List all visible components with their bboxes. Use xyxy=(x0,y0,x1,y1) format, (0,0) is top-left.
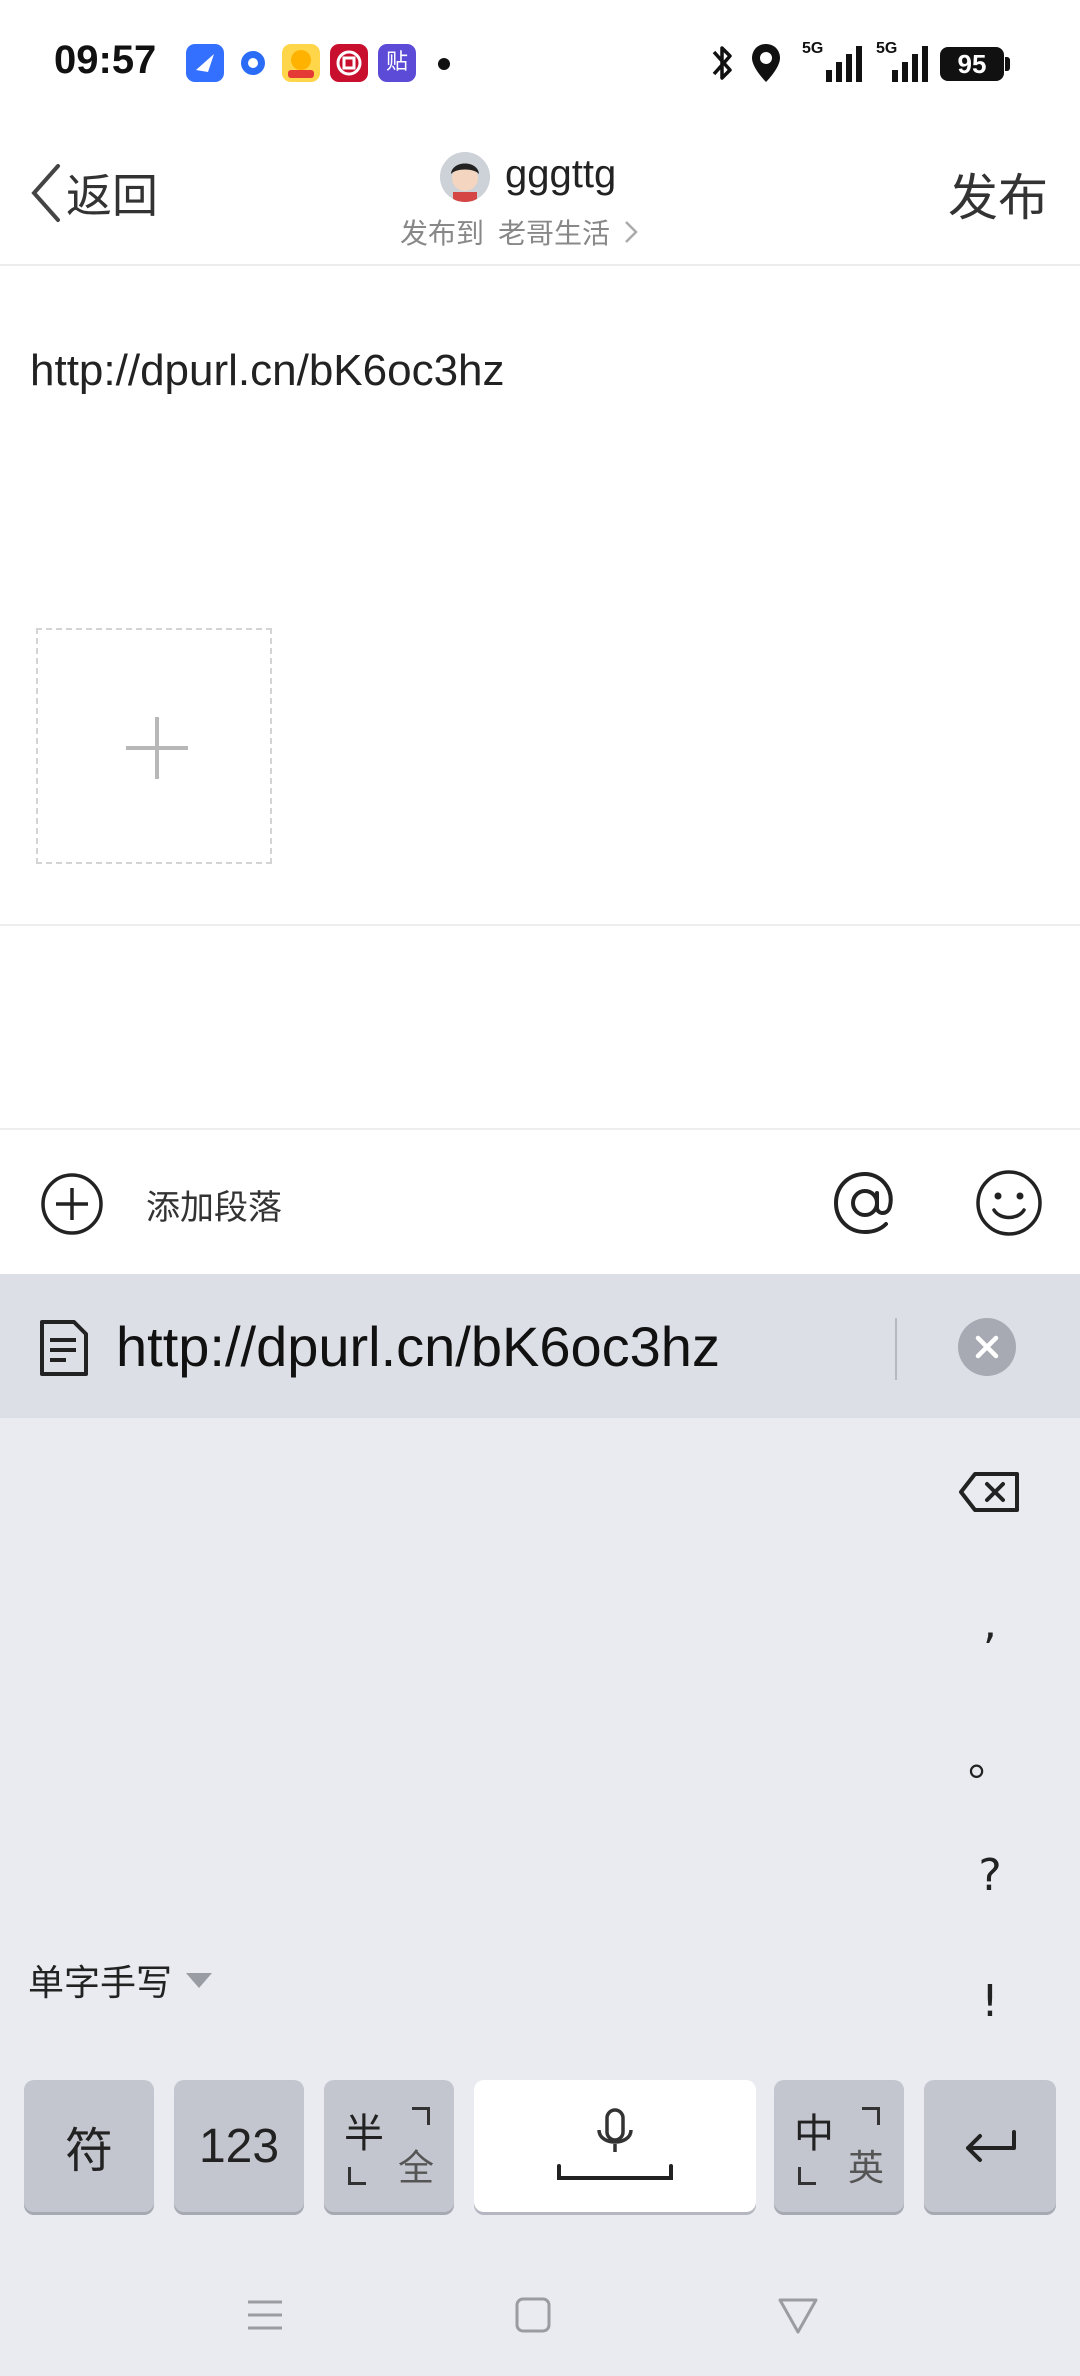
dropdown-triangle-icon xyxy=(186,1972,213,1988)
tieba-app-icon: 贴 xyxy=(378,44,416,82)
menu-nav-icon[interactable] xyxy=(244,2294,286,2336)
enter-key[interactable] xyxy=(924,2080,1056,2212)
question-key[interactable]: ? xyxy=(930,1850,1050,1901)
clipboard-text[interactable]: http://dpurl.cn/bK6oc3hz xyxy=(116,1314,720,1379)
back-button[interactable]: 返回 xyxy=(28,158,158,228)
post-editor[interactable]: http://dpurl.cn/bK6oc3hz xyxy=(0,266,1080,926)
editor-content[interactable]: http://dpurl.cn/bK6oc3hz xyxy=(30,346,505,396)
publish-to-prefix: 发布到 xyxy=(400,217,485,250)
english-label: 英 xyxy=(847,2148,884,2189)
backspace-key[interactable] xyxy=(930,1470,1050,1525)
emoji-icon[interactable] xyxy=(974,1168,1044,1238)
close-clipboard-button[interactable] xyxy=(958,1318,1016,1376)
home-nav-icon[interactable] xyxy=(512,2294,554,2336)
add-paragraph-icon[interactable] xyxy=(40,1172,104,1236)
chevron-left-icon xyxy=(31,164,60,222)
period-key[interactable]: 。 xyxy=(930,1724,1050,1788)
battery-indicator: 95 xyxy=(940,47,1004,81)
symbol-key[interactable]: 符 xyxy=(24,2080,154,2212)
chevron-right-icon xyxy=(625,221,638,243)
add-image-button[interactable] xyxy=(36,628,272,864)
back-label: 返回 xyxy=(66,169,158,223)
corner-bracket-icon xyxy=(862,2107,880,2125)
corner-bracket-icon xyxy=(412,2107,430,2125)
handwriting-mode-selector[interactable]: 单字手写 xyxy=(28,1954,213,2006)
add-paragraph-button[interactable]: 添加段落 xyxy=(146,1180,282,1229)
corner-bracket-icon xyxy=(798,2167,816,2185)
circle-app-icon xyxy=(234,44,272,82)
status-time: 09:57 xyxy=(54,38,157,82)
publish-button[interactable]: 发布 xyxy=(948,158,1048,230)
publish-to-target: 老哥生活 xyxy=(498,217,611,250)
tieba-app-icon-label: 贴 xyxy=(385,50,408,75)
mention-icon[interactable] xyxy=(830,1168,900,1238)
language-switch-key[interactable]: 中 英 xyxy=(774,2080,904,2212)
bluetooth-icon xyxy=(712,46,732,80)
clipboard-suggestion-bar[interactable]: http://dpurl.cn/bK6oc3hz xyxy=(0,1274,1080,1418)
status-bar: 09:57 贴 5G 5G 95 xyxy=(0,0,1080,128)
bank-app-icon xyxy=(330,44,368,82)
top-nav-bar: 返回 gggttg 发布到 老哥生活 发布 xyxy=(0,128,1080,266)
avatar xyxy=(440,152,490,202)
signal-5g-2-icon: 5G xyxy=(872,40,938,86)
return-icon xyxy=(966,2130,1016,2162)
full-width-label: 全 xyxy=(397,2148,434,2189)
number-key[interactable]: 123 xyxy=(174,2080,304,2212)
close-icon xyxy=(975,1335,999,1359)
comma-key[interactable]: , xyxy=(930,1598,1050,1649)
space-voice-key[interactable] xyxy=(474,2080,756,2212)
feishu-app-icon xyxy=(186,44,224,82)
publish-to-row: 发布到 老哥生活 xyxy=(400,212,638,252)
editor-toolbar: 添加段落 xyxy=(0,1128,1080,1274)
location-icon xyxy=(752,44,780,82)
chinese-label: 中 xyxy=(794,2111,834,2157)
username: gggttg xyxy=(505,152,617,196)
exclamation-key[interactable]: ! xyxy=(930,1976,1050,2027)
clipboard-icon xyxy=(40,1320,88,1376)
microphone-icon xyxy=(557,2108,673,2180)
half-width-label: 半 xyxy=(344,2111,384,2157)
back-nav-icon[interactable] xyxy=(776,2294,820,2336)
plus-icon-vertical xyxy=(155,717,159,779)
mascot-app-icon xyxy=(282,44,320,82)
notification-dot xyxy=(438,58,450,70)
handwriting-mode-label: 单字手写 xyxy=(28,1963,173,2004)
post-target-selector[interactable]: gggttg 发布到 老哥生活 xyxy=(340,138,740,258)
corner-bracket-icon xyxy=(348,2167,366,2185)
half-full-width-key[interactable]: 半 全 xyxy=(324,2080,454,2212)
battery-cap xyxy=(1005,57,1010,71)
handwriting-keyboard: , 。 ? ! 单字手写 符 123 半 全 中 英 xyxy=(0,1418,1080,2376)
signal-5g-1-icon: 5G xyxy=(796,40,862,86)
clipboard-divider xyxy=(895,1318,897,1380)
backspace-icon xyxy=(959,1472,1019,1512)
